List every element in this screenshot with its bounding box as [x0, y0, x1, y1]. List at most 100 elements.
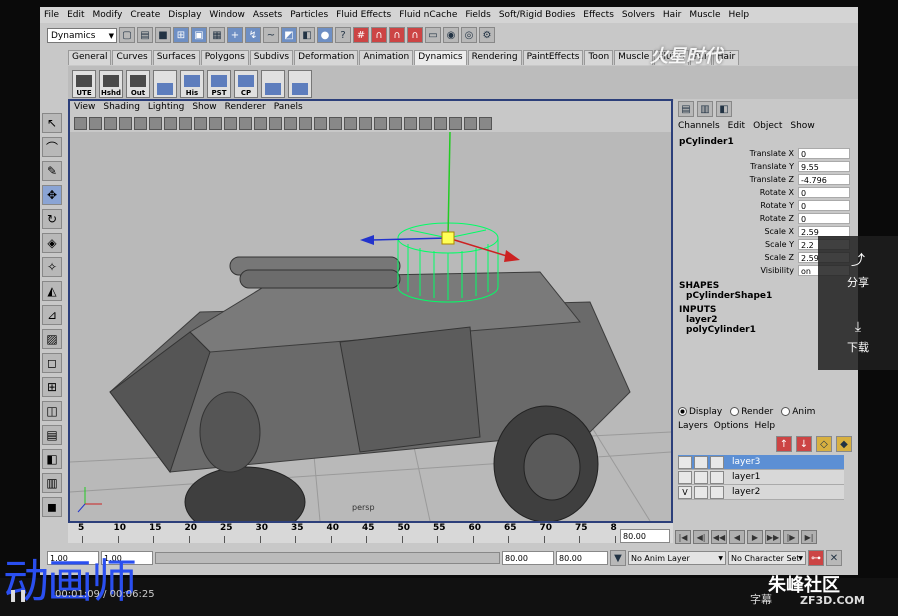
menu-modify[interactable]: Modify [89, 10, 127, 20]
render-settings-icon[interactable]: ⚙ [479, 27, 495, 43]
play-forward-icon[interactable]: ▶ [747, 530, 763, 544]
select-component-icon[interactable]: ▦ [209, 27, 225, 43]
shelf-tab-deformation[interactable]: Deformation [294, 50, 359, 65]
save-scene-icon[interactable]: ■ [155, 27, 171, 43]
shelf-tab-painteffects[interactable]: PaintEffects [522, 50, 584, 65]
viewport-tool-icon[interactable] [254, 116, 267, 130]
select-object-icon[interactable]: ▣ [191, 27, 207, 43]
layer-visibility-toggle[interactable] [678, 470, 692, 484]
attribute-name[interactable]: Rotate X [674, 188, 798, 197]
scale-tool-icon[interactable]: ◈ [42, 233, 62, 253]
shelf-button-item-7[interactable] [261, 69, 285, 98]
viewport-tool-icon[interactable] [104, 116, 117, 130]
select-curve-icon[interactable]: ~ [263, 27, 279, 43]
viewport-tool-icon[interactable] [389, 116, 402, 130]
play-backward-icon[interactable]: ◀ [729, 530, 745, 544]
current-frame-field[interactable]: 80.00 [620, 529, 670, 543]
layer-type-toggle[interactable] [694, 485, 708, 499]
new-layer-selected-icon[interactable]: ◆ [836, 436, 852, 452]
layer-type-toggle[interactable] [694, 470, 708, 484]
layer-menu-options[interactable]: Options [714, 419, 749, 433]
viewport-tool-icon[interactable] [299, 116, 312, 130]
attribute-name[interactable]: Rotate Y [674, 201, 798, 210]
menu-fluid-ncache[interactable]: Fluid nCache [395, 10, 461, 20]
attribute-name[interactable]: Translate Z [674, 175, 798, 184]
viewport-tool-icon[interactable] [269, 116, 282, 130]
viewport-tool-icon[interactable] [179, 116, 192, 130]
layer-color-swatch[interactable] [710, 470, 724, 484]
attribute-name[interactable]: Scale X [674, 227, 798, 236]
go-to-end-icon[interactable]: ▶| [801, 530, 817, 544]
paint-select-icon[interactable]: ✎ [42, 161, 62, 181]
layer-menu-help[interactable]: Help [755, 419, 776, 433]
viewport-tool-icon[interactable] [164, 116, 177, 130]
range-slider-bar[interactable] [155, 552, 500, 564]
layout-two-icon[interactable]: ◫ [42, 401, 62, 421]
viewport-tool-icon[interactable] [464, 116, 477, 130]
pause-icon[interactable]: ❚❚ [8, 588, 28, 602]
viewport-menu-view[interactable]: View [70, 101, 99, 114]
attribute-name[interactable]: Scale Y [674, 240, 798, 249]
attribute-value[interactable]: 0 [798, 148, 850, 159]
layer-visibility-toggle[interactable] [678, 455, 692, 469]
menu-solvers[interactable]: Solvers [618, 10, 659, 20]
attribute-name[interactable]: Translate X [674, 149, 798, 158]
layer-mode-anim[interactable]: Anim [781, 406, 815, 417]
viewport-tool-icon[interactable] [194, 116, 207, 130]
ipr-render-icon[interactable]: ◎ [461, 27, 477, 43]
time-slider[interactable]: 5 10 15 20 25 30 35 40 45 50 55 60 65 70 75 8 [68, 523, 673, 543]
layer-editor-toggle-icon[interactable]: ▥ [697, 101, 713, 117]
shelf-tab-curves[interactable]: Curves [112, 50, 152, 65]
menu-fields[interactable]: Fields [461, 10, 494, 20]
viewport-tool-icon[interactable] [374, 116, 387, 130]
download-button[interactable]: ⤓ 下载 [818, 303, 898, 370]
viewport-tool-icon[interactable] [359, 116, 372, 130]
attribute-name[interactable]: Rotate Z [674, 214, 798, 223]
show-manipulator-icon[interactable]: ⊿ [42, 305, 62, 325]
viewport-tool-icon[interactable] [404, 116, 417, 130]
anim-layer-dropdown[interactable]: No Anim Layer [628, 551, 726, 566]
menu-display[interactable]: Display [164, 10, 205, 20]
shelf-button-cp[interactable]: CP [234, 69, 258, 98]
menu-hair[interactable]: Hair [659, 10, 685, 20]
rotate-tool-icon[interactable]: ↻ [42, 209, 62, 229]
layout-hypershade-icon[interactable]: ▥ [42, 473, 62, 493]
viewport-menu-lighting[interactable]: Lighting [144, 101, 188, 114]
viewport-tool-icon[interactable] [314, 116, 327, 130]
shelf-button-ute[interactable]: UTE [72, 69, 96, 98]
go-to-start-icon[interactable]: |◀ [675, 530, 691, 544]
attribute-name[interactable]: Translate Y [674, 162, 798, 171]
layer-menu-layers[interactable]: Layers [678, 419, 708, 433]
attribute-name[interactable]: Visibility [674, 266, 798, 275]
menu-particles[interactable]: Particles [286, 10, 332, 20]
step-forward-frame-icon[interactable]: ▶▶ [765, 530, 781, 544]
menu-effects[interactable]: Effects [579, 10, 618, 20]
select-render-icon[interactable]: ? [335, 27, 351, 43]
last-tool-icon[interactable]: ▨ [42, 329, 62, 349]
select-deform-icon[interactable]: ◧ [299, 27, 315, 43]
shelf-tab-rendering[interactable]: Rendering [467, 50, 522, 65]
auto-key-icon[interactable]: ⊶ [808, 550, 824, 566]
viewport-tool-icon[interactable] [329, 116, 342, 130]
viewport-tool-icon[interactable] [419, 116, 432, 130]
select-tool-icon[interactable]: ↖ [42, 113, 62, 133]
viewport-tool-icon[interactable] [89, 116, 102, 130]
step-back-key-icon[interactable]: ◀| [693, 530, 709, 544]
viewport-tool-icon[interactable] [149, 116, 162, 130]
object-name[interactable]: pCylinder1 [674, 137, 858, 147]
perspective-viewport[interactable]: View Shading Lighting Show Renderer Panels [68, 99, 673, 523]
scene-view[interactable] [70, 132, 671, 521]
viewport-tool-icon[interactable] [224, 116, 237, 130]
attribute-value[interactable]: 0 [798, 200, 850, 211]
viewport-tool-icon[interactable] [74, 116, 87, 130]
end-time-field[interactable]: 80.00 [556, 551, 608, 565]
attribute-name[interactable]: Scale Z [674, 253, 798, 262]
move-layer-down-icon[interactable]: ↓ [796, 436, 812, 452]
shelf-button-pst[interactable]: PST [207, 69, 231, 98]
lasso-tool-icon[interactable]: ⌒ [42, 137, 62, 157]
history-icon[interactable]: ▭ [425, 27, 441, 43]
shelf-tab-subdivs[interactable]: Subdivs [249, 50, 294, 65]
menu-set-dropdown[interactable]: Dynamics [47, 27, 117, 44]
layout-four-icon[interactable]: ⊞ [42, 377, 62, 397]
new-empty-layer-icon[interactable]: ◇ [816, 436, 832, 452]
